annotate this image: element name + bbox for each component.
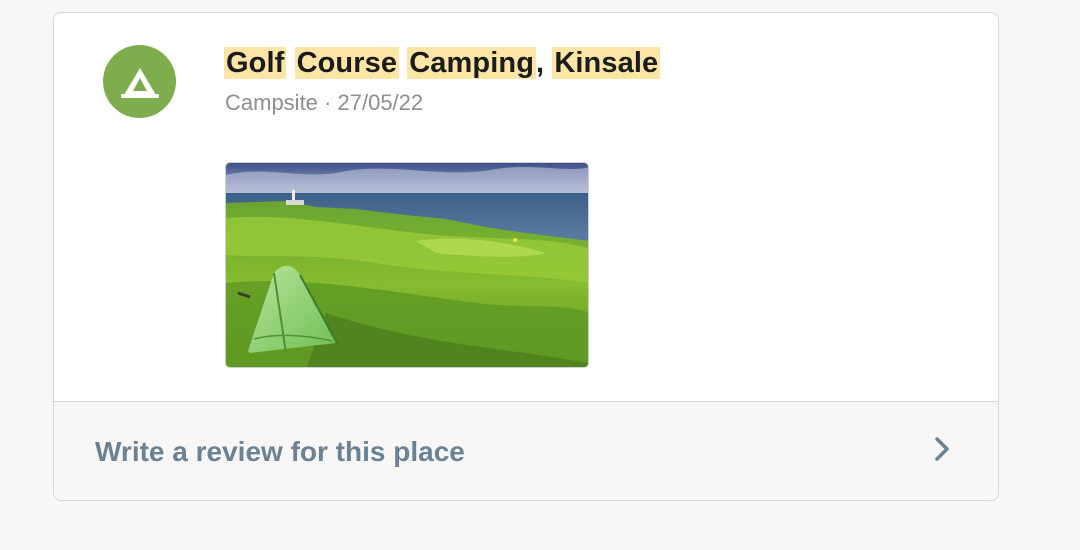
tent-icon (120, 67, 159, 98)
campsite-avatar (103, 45, 176, 118)
title-highlight: Kinsale (552, 47, 661, 79)
place-category: Campsite (225, 90, 318, 115)
meta-separator: · (324, 90, 332, 115)
place-meta: Campsite · 27/05/22 (225, 89, 423, 117)
place-title[interactable]: Golf Course Camping, Kinsale (224, 44, 661, 82)
place-photo[interactable] (225, 162, 589, 368)
write-review-button[interactable]: Write a review for this place (54, 401, 998, 500)
chevron-right-icon (935, 437, 949, 461)
title-separator: , (536, 47, 553, 79)
title-highlight: Camping (407, 47, 537, 79)
campsite-photo-image (226, 163, 588, 367)
title-separator (286, 47, 294, 79)
write-review-label: Write a review for this place (95, 436, 465, 467)
title-highlight: Golf (224, 47, 287, 79)
title-highlight: Course (294, 47, 400, 79)
place-card: Golf Course Camping, Kinsale Campsite · … (53, 12, 999, 501)
place-card-header: Golf Course Camping, Kinsale Campsite · … (54, 13, 998, 401)
place-date: 27/05/22 (337, 90, 424, 115)
